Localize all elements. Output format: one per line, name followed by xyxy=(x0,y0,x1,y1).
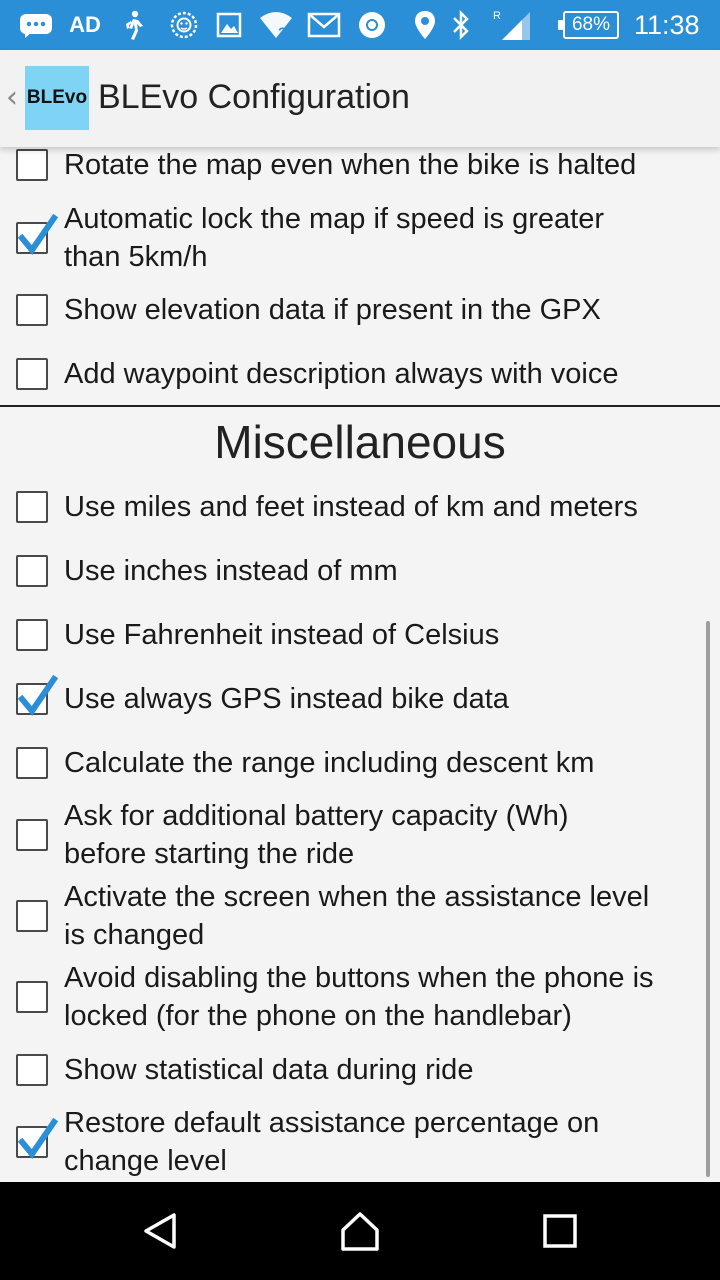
checkbox-label: Show elevation data if present in the GP… xyxy=(64,291,720,329)
checkbox-label: Activate the screen when the assistance … xyxy=(64,878,720,954)
checkbox-unchecked[interactable] xyxy=(16,491,48,523)
clock: 11:38 xyxy=(634,9,700,40)
checkbox-checked[interactable] xyxy=(16,674,59,716)
chat-icon xyxy=(18,9,54,41)
checkbox-option[interactable]: Avoid disabling the buttons when the pho… xyxy=(0,959,720,1035)
checkbox-option[interactable]: Automatic lock the map if speed is great… xyxy=(0,200,720,276)
checkbox-label-line: Rotate the map even when the bike is hal… xyxy=(64,149,637,181)
checkbox-option[interactable]: Activate the screen when the assistance … xyxy=(0,878,720,954)
checkbox-label-line: Add waypoint description always with voi… xyxy=(64,358,619,390)
settings-list[interactable]: Miscellaneous Rotate the map even when t… xyxy=(0,147,720,1182)
image-icon xyxy=(214,9,244,41)
location-icon xyxy=(412,9,438,41)
checkbox-unchecked[interactable] xyxy=(16,149,48,181)
checkbox-option[interactable]: Use Fahrenheit instead of Celsius xyxy=(0,616,720,654)
checkbox-option[interactable]: Add waypoint description always with voi… xyxy=(0,355,720,393)
checkbox-option[interactable]: Ask for additional battery capacity (Wh)… xyxy=(0,797,720,873)
recents-icon[interactable] xyxy=(535,1206,585,1256)
checkbox-label: Use Fahrenheit instead of Celsius xyxy=(64,616,720,654)
checkbox-label-line: locked (for the phone on the handlebar) xyxy=(64,1000,572,1032)
checkbox-label-line: Use miles and feet instead of km and met… xyxy=(64,491,638,523)
checkbox-unchecked[interactable] xyxy=(16,747,48,779)
checkbox-label-line: Use Fahrenheit instead of Celsius xyxy=(64,619,500,651)
checkbox-label-line: Show statistical data during ride xyxy=(64,1054,474,1086)
checkbox-label-line: Avoid disabling the buttons when the pho… xyxy=(64,962,654,994)
checkbox-label: Automatic lock the map if speed is great… xyxy=(64,200,720,276)
chevron-left-icon[interactable]: ‹ xyxy=(6,80,18,115)
checkbox-option[interactable]: Rotate the map even when the bike is hal… xyxy=(0,147,720,184)
checkbox-label: Restore default assistance percentage on… xyxy=(64,1104,720,1180)
checkbox-label-line: Ask for additional battery capacity (Wh) xyxy=(64,800,569,832)
action-bar: ‹ BLEvo BLEvo Configuration xyxy=(0,50,720,147)
checkbox-label-line: than 5km/h xyxy=(64,241,208,273)
checkbox-label-line: is changed xyxy=(64,919,205,951)
checkbox-label: Show statistical data during ride xyxy=(64,1051,720,1089)
checkbox-option[interactable]: Use always GPS instead bike data xyxy=(0,674,720,718)
checkbox-label: Use always GPS instead bike data xyxy=(64,680,720,718)
checkbox-label-line: before starting the ride xyxy=(64,838,355,870)
signal-roaming-icon: R xyxy=(492,9,534,41)
checkbox-label: Avoid disabling the buttons when the pho… xyxy=(64,959,720,1035)
checkbox-label: Calculate the range including descent km xyxy=(64,744,720,782)
checkbox-label: Ask for additional battery capacity (Wh)… xyxy=(64,797,720,873)
checkbox-unchecked[interactable] xyxy=(16,1054,48,1086)
app-logo[interactable]: BLEvo xyxy=(25,66,89,130)
ad-icon: AD xyxy=(69,12,101,37)
checkbox-label-line: change level xyxy=(64,1145,227,1177)
checkbox-unchecked[interactable] xyxy=(16,555,48,587)
svg-text:R: R xyxy=(493,10,501,22)
checkbox-label: Use inches instead of mm xyxy=(64,552,720,590)
checkbox-unchecked[interactable] xyxy=(16,294,48,326)
checkbox-label-line: Restore default assistance percentage on xyxy=(64,1107,600,1139)
svg-text:?: ? xyxy=(278,24,287,40)
bluetooth-icon xyxy=(448,9,474,41)
checkbox-unchecked[interactable] xyxy=(16,819,48,851)
checkbox-label-line: Calculate the range including descent km xyxy=(64,747,595,779)
gmail-icon xyxy=(306,9,342,41)
checkbox-label: Use miles and feet instead of km and met… xyxy=(64,488,720,526)
wifi-unknown-icon: ? xyxy=(258,9,294,41)
section-title-miscellaneous: Miscellaneous xyxy=(214,416,506,468)
lion-icon xyxy=(168,9,200,41)
status-bar: AD ? R 68% 11:38 xyxy=(0,0,720,50)
checkbox-option[interactable]: Show statistical data during ride xyxy=(0,1051,720,1089)
page-title: BLEvo Configuration xyxy=(98,78,410,116)
section-divider xyxy=(0,405,720,407)
checkbox-unchecked[interactable] xyxy=(16,981,48,1013)
back-icon[interactable] xyxy=(135,1206,185,1256)
checkbox-option[interactable]: Use inches instead of mm xyxy=(0,552,720,590)
checkbox-unchecked[interactable] xyxy=(16,900,48,932)
checkbox-label-line: Automatic lock the map if speed is great… xyxy=(64,203,604,235)
checkbox-label-line: Show elevation data if present in the GP… xyxy=(64,294,601,326)
checkbox-checked[interactable] xyxy=(16,213,59,255)
walk-icon xyxy=(118,9,148,41)
checkbox-unchecked[interactable] xyxy=(16,358,48,390)
checkbox-option[interactable]: Show elevation data if present in the GP… xyxy=(0,291,720,329)
checkbox-label: Rotate the map even when the bike is hal… xyxy=(64,147,720,184)
navigation-bar xyxy=(0,1182,720,1280)
battery-indicator: 68% xyxy=(558,11,619,39)
checkbox-label-line: Use inches instead of mm xyxy=(64,555,398,587)
checkbox-checked[interactable] xyxy=(16,1117,59,1159)
checkbox-label: Add waypoint description always with voi… xyxy=(64,355,720,393)
checkbox-option[interactable]: Calculate the range including descent km xyxy=(0,744,720,782)
home-icon[interactable] xyxy=(335,1206,385,1256)
checkbox-label-line: Activate the screen when the assistance … xyxy=(64,881,650,913)
checkbox-unchecked[interactable] xyxy=(16,619,48,651)
checkbox-option[interactable]: Restore default assistance percentage on… xyxy=(0,1104,720,1180)
chrome-icon xyxy=(356,9,388,41)
checkbox-option[interactable]: Use miles and feet instead of km and met… xyxy=(0,488,720,526)
checkbox-label-line: Use always GPS instead bike data xyxy=(64,683,509,715)
